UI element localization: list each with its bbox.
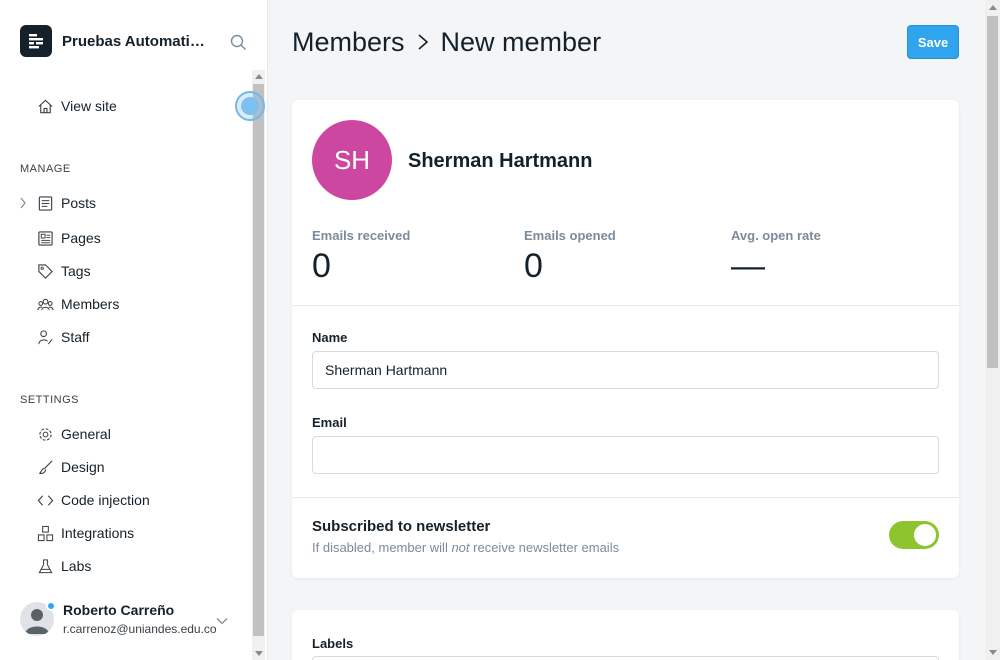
sidebar-item-posts[interactable]: Posts [36, 192, 96, 214]
member-name: Sherman Hartmann [408, 150, 593, 172]
pages-icon [36, 229, 54, 247]
newsletter-toggle[interactable] [889, 521, 939, 549]
sidebar: Pruebas Automatizadas View site MANAGE P… [0, 0, 268, 660]
user-email: r.carrenoz@uniandes.edu.co [63, 622, 217, 636]
email-field[interactable] [312, 436, 939, 474]
sidebar-item-integrations[interactable]: Integrations [36, 522, 134, 544]
sidebar-item-pages[interactable]: Pages [36, 227, 101, 249]
manage-section-title: MANAGE [20, 163, 71, 175]
sidebar-scrollbar[interactable] [252, 70, 265, 660]
sidebar-item-label: Staff [61, 329, 90, 345]
status-dot [46, 601, 56, 611]
name-field-label: Name [312, 330, 348, 345]
stat-label: Emails opened [524, 228, 616, 243]
code-icon [36, 491, 54, 509]
stat-label: Avg. open rate [731, 228, 821, 243]
stat-emails-opened: Emails opened 0 [524, 228, 616, 286]
site-name: Pruebas Automatizadas [62, 32, 212, 50]
breadcrumb-members-link[interactable]: Members [292, 27, 405, 58]
sidebar-item-label: Integrations [61, 525, 135, 541]
tag-icon [36, 262, 54, 280]
sidebar-scroll-thumb[interactable] [253, 84, 264, 636]
search-icon[interactable] [228, 32, 248, 52]
site-brand[interactable]: Pruebas Automatizadas [20, 24, 255, 58]
user-menu[interactable]: Roberto Carreño r.carrenoz@uniandes.edu.… [20, 600, 245, 640]
main-scroll-thumb[interactable] [987, 16, 998, 368]
stat-value: 0 [524, 247, 543, 285]
settings-section-title: SETTINGS [20, 394, 80, 406]
stat-emails-received: Emails received 0 [312, 228, 410, 286]
sidebar-item-label: Tags [61, 263, 91, 279]
sidebar-item-label: Code injection [61, 492, 150, 508]
stat-label: Emails received [312, 228, 411, 243]
divider [292, 305, 959, 306]
staff-icon [36, 328, 54, 346]
scroll-down-arrow-icon[interactable] [989, 650, 997, 655]
home-icon [36, 97, 54, 115]
sidebar-item-members[interactable]: Members [36, 293, 119, 315]
chevron-right-icon [417, 33, 429, 51]
integrations-icon [36, 524, 54, 542]
sidebar-item-tags[interactable]: Tags [36, 260, 91, 282]
toggle-knob [914, 524, 936, 546]
sidebar-item-label: Posts [61, 195, 97, 211]
sidebar-item-staff[interactable]: Staff [36, 326, 90, 348]
nav-view-site-label: View site [61, 98, 117, 114]
sidebar-item-label: Design [61, 459, 105, 475]
name-field[interactable] [312, 351, 939, 389]
scroll-up-arrow-icon[interactable] [255, 74, 263, 79]
brush-icon [36, 458, 54, 476]
sidebar-item-labs[interactable]: Labs [36, 555, 91, 577]
newsletter-description: If disabled, member will not receive new… [312, 540, 620, 555]
site-logo-icon [20, 25, 52, 57]
labels-input[interactable] [312, 656, 939, 660]
posts-expand-chevron-icon[interactable] [19, 196, 29, 210]
scroll-down-arrow-icon[interactable] [255, 651, 263, 656]
sidebar-item-label: General [61, 426, 111, 442]
user-name: Roberto Carreño [63, 602, 175, 618]
sidebar-item-general[interactable]: General [36, 423, 111, 445]
sidebar-item-code-injection[interactable]: Code injection [36, 489, 150, 511]
flask-icon [36, 557, 54, 575]
newsletter-title: Subscribed to newsletter [312, 518, 491, 535]
stat-value: 0 [312, 247, 331, 285]
gear-icon [36, 425, 54, 443]
member-card: SH Sherman Hartmann Emails received 0 Em… [292, 100, 959, 578]
sidebar-item-label: Pages [61, 230, 101, 246]
email-field-label: Email [312, 415, 347, 430]
stat-avg-open-rate: Avg. open rate — [731, 228, 821, 286]
chevron-down-icon[interactable] [216, 612, 228, 630]
divider [292, 497, 959, 498]
main-scrollbar[interactable] [985, 0, 1000, 660]
save-button[interactable]: Save [907, 25, 959, 59]
scroll-up-arrow-icon[interactable] [989, 5, 997, 10]
labels-card: Labels [292, 610, 959, 660]
labels-field-label: Labels [312, 636, 354, 651]
sidebar-item-design[interactable]: Design [36, 456, 105, 478]
page-title: New member [440, 26, 602, 57]
nav-view-site[interactable]: View site [36, 95, 117, 117]
breadcrumb: Members New member [292, 24, 601, 60]
sidebar-item-label: Labs [61, 558, 92, 574]
members-icon [36, 295, 54, 313]
posts-icon [36, 194, 54, 212]
member-avatar: SH [312, 120, 392, 200]
stat-value: — [731, 247, 765, 285]
sidebar-item-label: Members [61, 296, 120, 312]
cursor-click-indicator [235, 91, 265, 121]
